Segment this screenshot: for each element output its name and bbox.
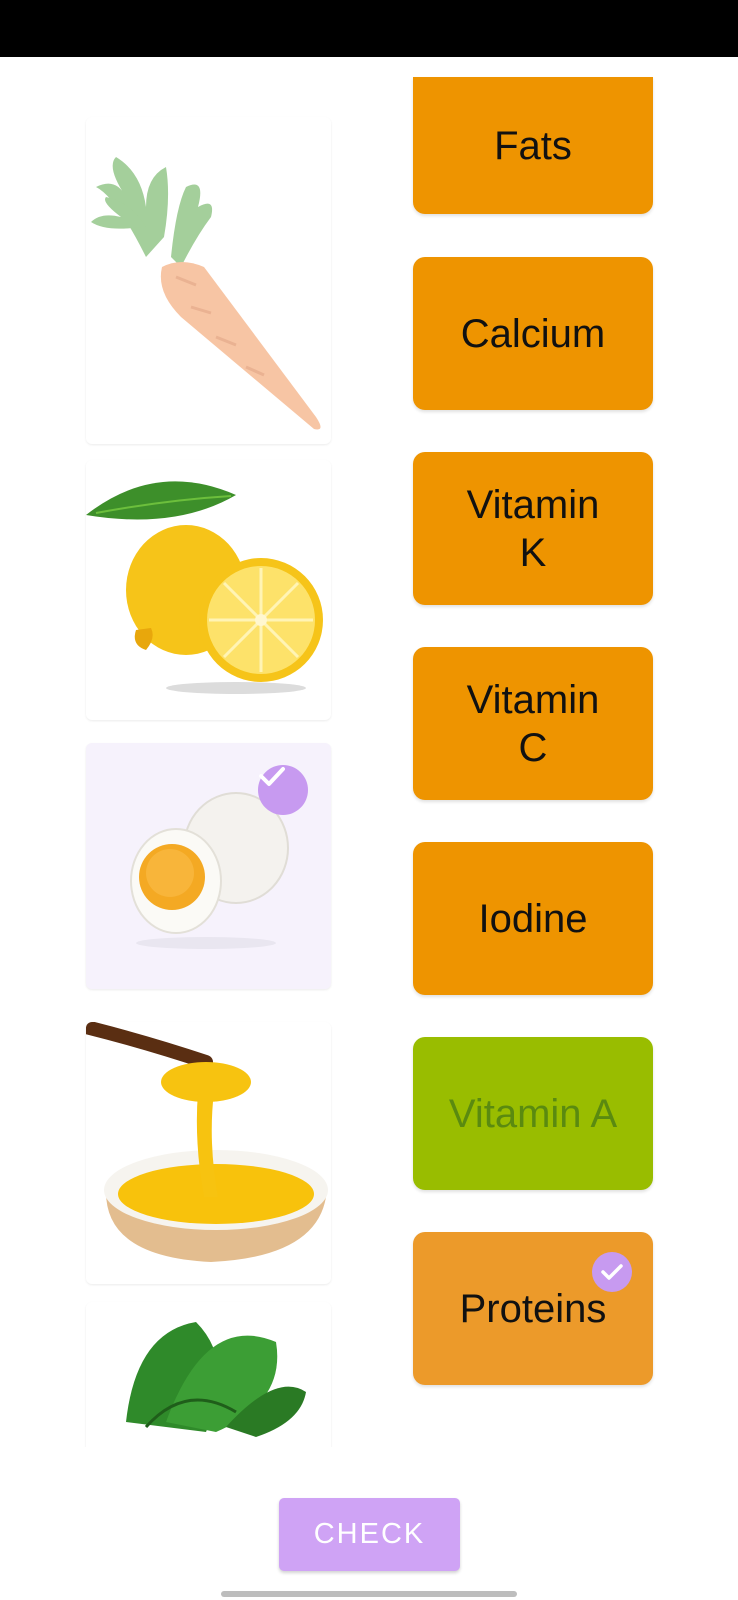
food-card-spinach[interactable] bbox=[86, 1302, 331, 1447]
nutrient-button-vitamin-k[interactable]: Vitamin K bbox=[413, 452, 653, 605]
spinach-icon bbox=[126, 1322, 306, 1437]
lemon-icon bbox=[86, 481, 323, 694]
nutrient-button-iodine[interactable]: Iodine bbox=[413, 842, 653, 995]
food-card-lemon[interactable] bbox=[86, 460, 331, 720]
ghee-icon bbox=[86, 1022, 328, 1262]
nutrient-button-fats[interactable]: Fats bbox=[413, 77, 653, 214]
nutrient-label: Vitamin A bbox=[448, 1091, 618, 1136]
check-button[interactable]: CHECK bbox=[279, 1498, 460, 1571]
nutrient-button-calcium[interactable]: Calcium bbox=[413, 257, 653, 410]
food-card-ghee[interactable] bbox=[86, 1022, 331, 1284]
nutrient-label: Fats bbox=[494, 123, 572, 168]
nutrient-label: Calcium bbox=[460, 311, 606, 356]
nutrient-button-proteins[interactable]: Proteins bbox=[413, 1232, 653, 1385]
nutrient-button-vitamin-a[interactable]: Vitamin A bbox=[413, 1037, 653, 1190]
food-card-carrot[interactable] bbox=[86, 117, 331, 444]
carrot-icon bbox=[91, 157, 321, 430]
nutrient-label: Proteins bbox=[459, 1286, 607, 1331]
status-bar bbox=[0, 0, 738, 57]
nutrient-label: Vitamin C bbox=[466, 677, 600, 770]
selected-check-icon bbox=[592, 1252, 632, 1292]
nutrient-label: Vitamin K bbox=[466, 482, 600, 575]
food-card-egg[interactable] bbox=[86, 743, 331, 989]
nutrient-label: Iodine bbox=[478, 896, 588, 941]
check-button-label: CHECK bbox=[313, 1518, 426, 1550]
nutrient-button-vitamin-c[interactable]: Vitamin C bbox=[413, 647, 653, 800]
selected-check-icon bbox=[258, 765, 308, 815]
matching-area: Fats Calcium Vitamin K Vitamin C Iodine … bbox=[0, 57, 738, 1447]
navigation-handle[interactable] bbox=[221, 1591, 517, 1597]
